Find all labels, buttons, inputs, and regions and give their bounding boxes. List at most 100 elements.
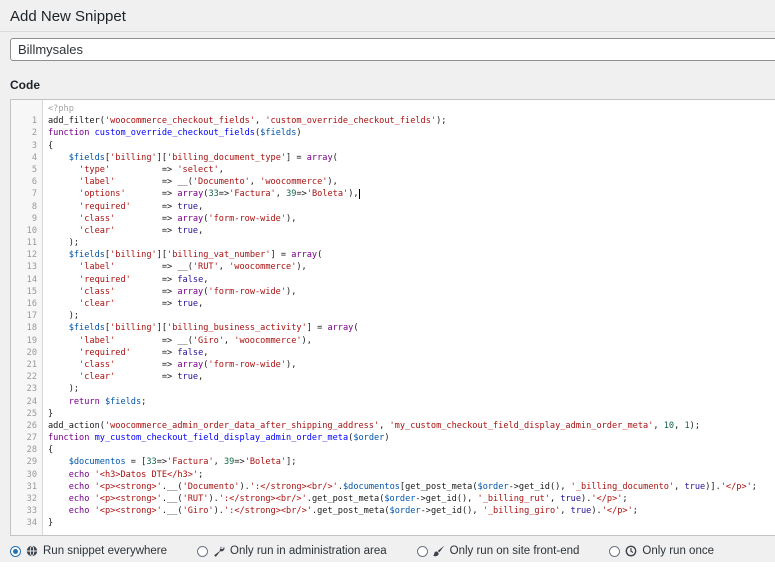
code-line: 17 );	[11, 310, 775, 322]
code-editor[interactable]: <?php1add_filter('woocommerce_checkout_f…	[10, 99, 775, 536]
code-line: 32 echo '<p><strong>'.__('RUT').':</stro…	[11, 493, 775, 505]
line-number: 17	[11, 310, 42, 322]
radio-selected[interactable]	[10, 546, 21, 557]
scope-option-only-run-on-site-front-end[interactable]: Only run on site front-end	[417, 544, 580, 558]
line-number: 12	[11, 249, 42, 261]
code-line-text: 'clear' => true,	[42, 225, 203, 237]
code-line-text: 'clear' => true,	[42, 298, 203, 310]
code-line: 24 return $fields;	[11, 396, 775, 408]
code-line-text: 'label' => __('Giro', 'woocommerce'),	[42, 335, 312, 347]
code-line: 12 $fields['billing']['billing_vat_numbe…	[11, 249, 775, 261]
code-line-text: 'class' => array('form-row-wide'),	[42, 213, 296, 225]
code-line: 7 'options' => array(33=>'Factura', 39=>…	[11, 188, 775, 200]
line-number: 28	[11, 444, 42, 456]
code-line: 13 'label' => __('RUT', 'woocommerce'),	[11, 261, 775, 273]
code-line: 31 echo '<p><strong>'.__('Documento').':…	[11, 481, 775, 493]
code-section-label: Code	[10, 78, 775, 92]
line-number: 22	[11, 371, 42, 383]
add-new-snippet-page: Add New Snippet Code <?php1add_filter('w…	[0, 0, 775, 567]
code-line-text: 'options' => array(33=>'Factura', 39=>'B…	[42, 188, 360, 200]
code-line-text: 'class' => array('form-row-wide'),	[42, 286, 296, 298]
code-line: 19 'label' => __('Giro', 'woocommerce'),	[11, 335, 775, 347]
line-number: 3	[11, 140, 42, 152]
code-line: 20 'required' => false,	[11, 347, 775, 359]
code-line-text: echo '<p><strong>'.__('RUT').':</strong>…	[42, 493, 628, 505]
code-line-text: {	[42, 444, 53, 456]
line-number: 25	[11, 408, 42, 420]
code-line: 5 'type' => 'select',	[11, 164, 775, 176]
line-number: 5	[11, 164, 42, 176]
code-line: 18 $fields['billing']['billing_business_…	[11, 322, 775, 334]
code-lines: <?php1add_filter('woocommerce_checkout_f…	[11, 103, 775, 530]
code-line-text: $documentos = [33=>'Factura', 39=>'Bolet…	[42, 456, 296, 468]
code-line: 23 );	[11, 383, 775, 395]
code-line: 1add_filter('woocommerce_checkout_fields…	[11, 115, 775, 127]
code-line-text: echo '<h3>Datos DTE</h3>';	[42, 469, 203, 481]
line-number: 31	[11, 481, 42, 493]
code-line: 14 'required' => false,	[11, 274, 775, 286]
code-line-text: {	[42, 140, 53, 152]
scope-option-label: Only run on site front-end	[450, 544, 580, 558]
code-line: 3{	[11, 140, 775, 152]
scope-option-label: Only run once	[642, 544, 714, 558]
snippet-title-input[interactable]	[10, 38, 775, 61]
line-number: 32	[11, 493, 42, 505]
code-line-text: add_action('woocommerce_admin_order_data…	[42, 420, 700, 432]
line-number: 21	[11, 359, 42, 371]
line-number: 16	[11, 298, 42, 310]
line-number: 33	[11, 505, 42, 517]
code-line: 10 'clear' => true,	[11, 225, 775, 237]
radio-unselected[interactable]	[609, 546, 620, 557]
scope-option-only-run-in-administration-area[interactable]: Only run in administration area	[197, 544, 387, 558]
snippet-scope-options: Run snippet everywhere Only run in admini…	[10, 544, 775, 558]
code-line-text: function my_custom_checkout_field_displa…	[42, 432, 390, 444]
line-number: 7	[11, 188, 42, 200]
code-line: 26add_action('woocommerce_admin_order_da…	[11, 420, 775, 432]
code-line-text: add_filter('woocommerce_checkout_fields'…	[42, 115, 446, 127]
code-line-text: );	[42, 383, 79, 395]
code-line-text: 'label' => __('RUT', 'woocommerce'),	[42, 261, 307, 273]
radio-unselected[interactable]	[197, 546, 208, 557]
code-line-text: 'clear' => true,	[42, 371, 203, 383]
line-number: 2	[11, 127, 42, 139]
code-line: 8 'required' => true,	[11, 201, 775, 213]
line-number: 11	[11, 237, 42, 249]
globe-icon	[26, 545, 38, 557]
scope-option-only-run-once[interactable]: Only run once	[609, 544, 714, 558]
code-line: 27function my_custom_checkout_field_disp…	[11, 432, 775, 444]
code-line: 28{	[11, 444, 775, 456]
code-line-text: 'type' => 'select',	[42, 164, 224, 176]
code-line-text: }	[42, 517, 53, 529]
code-line-text: 'required' => true,	[42, 201, 203, 213]
code-line: 2function custom_override_checkout_field…	[11, 127, 775, 139]
scope-option-run-snippet-everywhere[interactable]: Run snippet everywhere	[10, 544, 167, 558]
line-number: 26	[11, 420, 42, 432]
code-line-text: 'required' => false,	[42, 274, 208, 286]
code-line: 21 'class' => array('form-row-wide'),	[11, 359, 775, 371]
code-line-text: function custom_override_checkout_fields…	[42, 127, 302, 139]
line-number: 14	[11, 274, 42, 286]
line-number: 1	[11, 115, 42, 127]
code-line-text: $fields['billing']['billing_business_act…	[42, 322, 359, 334]
code-line: 22 'clear' => true,	[11, 371, 775, 383]
code-line-text: <?php	[42, 103, 74, 115]
code-line: 29 $documentos = [33=>'Factura', 39=>'Bo…	[11, 456, 775, 468]
scope-option-label: Run snippet everywhere	[43, 544, 167, 558]
code-line-text: echo '<p><strong>'.__('Documento').':</s…	[42, 481, 757, 493]
page-title: Add New Snippet	[0, 0, 775, 32]
code-line: 6 'label' => __('Documento', 'woocommerc…	[11, 176, 775, 188]
radio-unselected[interactable]	[417, 546, 428, 557]
code-line: <?php	[11, 103, 775, 115]
code-line: 25}	[11, 408, 775, 420]
code-line-text: }	[42, 408, 53, 420]
clock-icon	[625, 545, 637, 557]
bottom-divider	[0, 562, 775, 567]
line-number: 23	[11, 383, 42, 395]
code-line-text: echo '<p><strong>'.__('Giro').':</strong…	[42, 505, 638, 517]
wrench-icon	[213, 545, 225, 557]
code-line-text: $fields['billing']['billing_vat_number']…	[42, 249, 322, 261]
code-line-text: return $fields;	[42, 396, 146, 408]
line-number: 29	[11, 456, 42, 468]
line-number: 34	[11, 517, 42, 529]
line-number: 13	[11, 261, 42, 273]
